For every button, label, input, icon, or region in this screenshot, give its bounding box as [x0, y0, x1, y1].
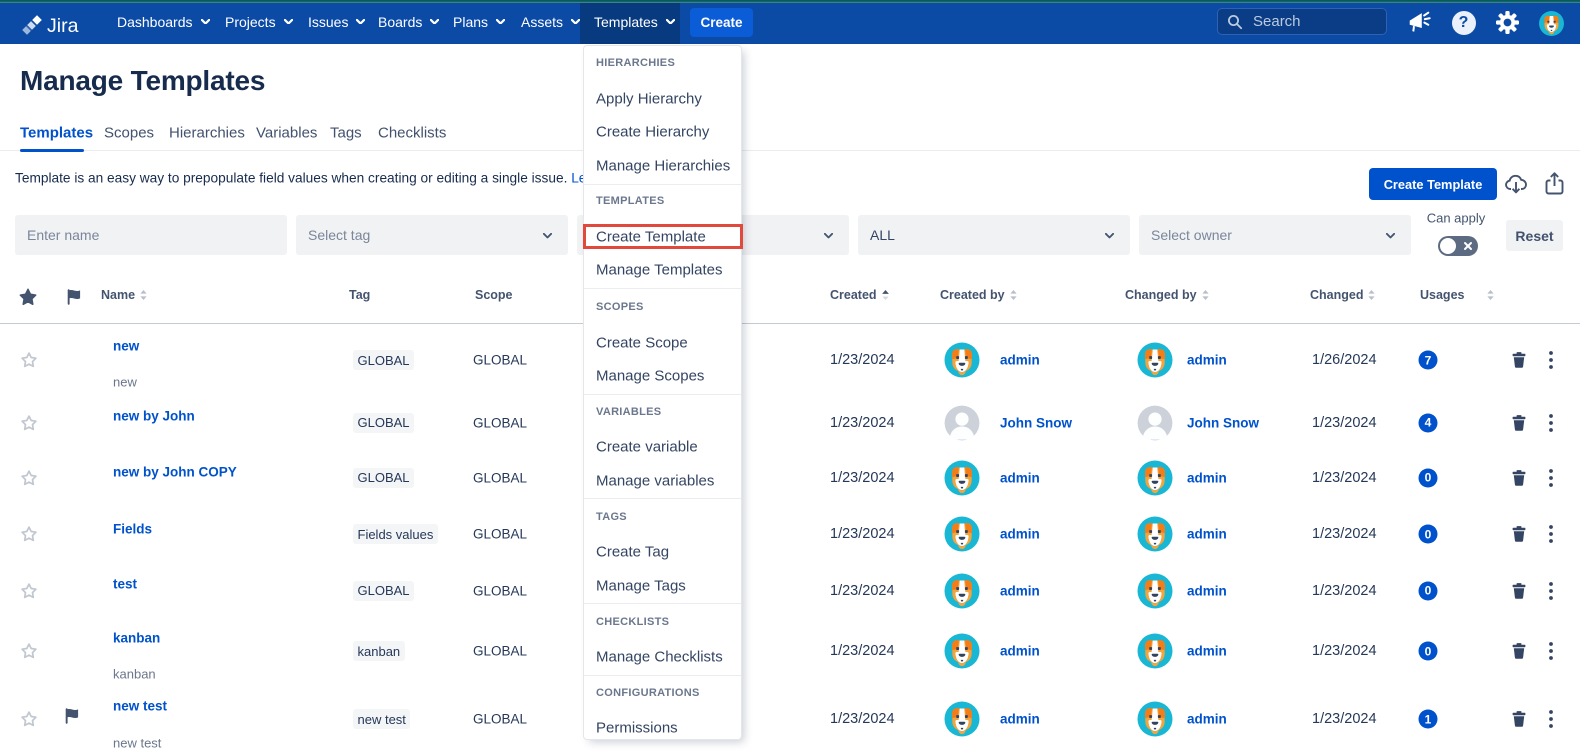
svg-text:Jira: Jira — [47, 15, 79, 36]
